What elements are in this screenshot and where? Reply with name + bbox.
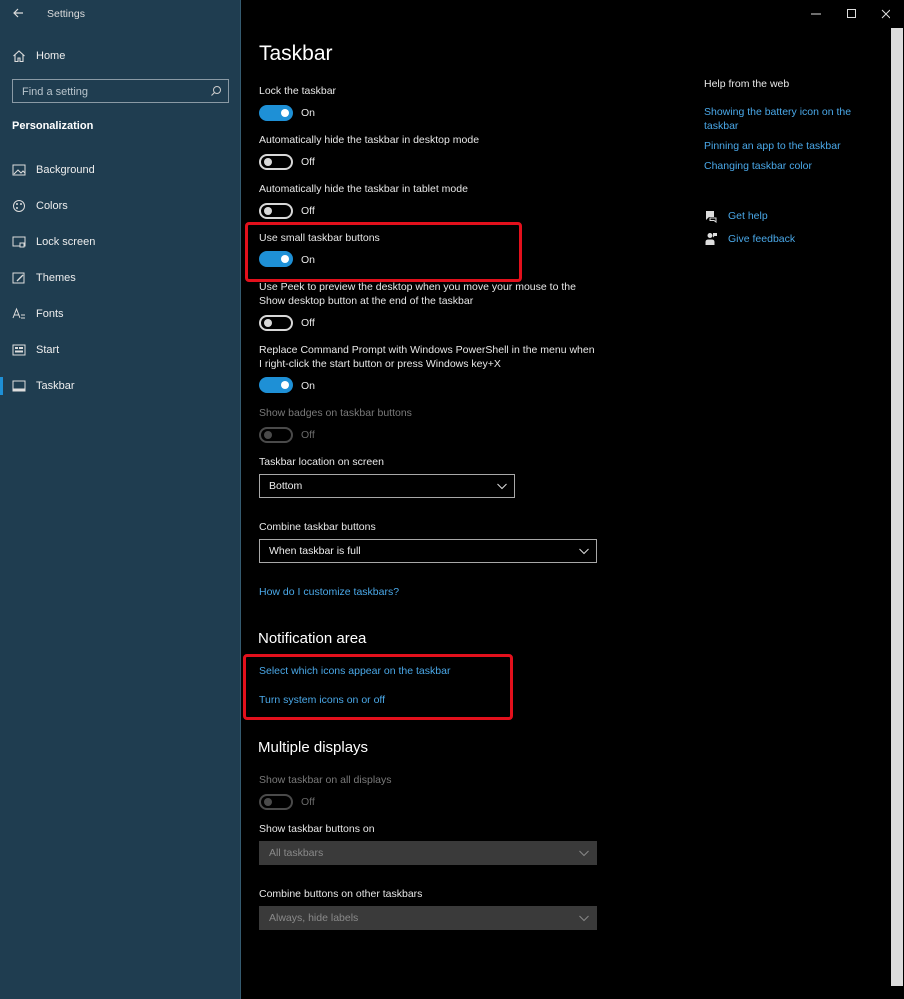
font-icon bbox=[12, 307, 25, 319]
picture-icon bbox=[12, 164, 26, 176]
sidebar-item-colors[interactable]: Colors bbox=[0, 188, 241, 224]
page-title: Taskbar bbox=[259, 42, 333, 65]
toggle-peek[interactable] bbox=[259, 315, 293, 331]
toggle-show-all-displays bbox=[259, 794, 293, 810]
combine-dropdown-value: When taskbar is full bbox=[269, 545, 361, 557]
sidebar-item-taskbar[interactable]: Taskbar bbox=[0, 368, 241, 404]
combine-label: Combine taskbar buttons bbox=[259, 521, 376, 533]
sidebar-item-background[interactable]: Background bbox=[0, 152, 241, 188]
toggle-state-label: On bbox=[301, 107, 316, 119]
settings-window: Settings Home Personalization Background bbox=[0, 0, 904, 999]
sidebar-item-label: Lock screen bbox=[36, 236, 96, 248]
sidebar-item-lock-screen[interactable]: Lock screen bbox=[0, 224, 241, 260]
multiple-displays-heading: Multiple displays bbox=[258, 739, 369, 756]
location-dropdown-value: Bottom bbox=[269, 480, 303, 492]
sidebar: Settings Home Personalization Background bbox=[0, 0, 241, 999]
notification-area-heading: Notification area bbox=[258, 630, 367, 647]
app-title: Settings bbox=[47, 8, 85, 20]
setting-label-autohide-tablet: Automatically hide the taskbar in tablet… bbox=[259, 183, 468, 195]
customize-taskbars-link[interactable]: How do I customize taskbars? bbox=[259, 586, 399, 598]
help-link-pinning[interactable]: Pinning an app to the taskbar bbox=[704, 139, 874, 153]
search-icon bbox=[211, 86, 221, 96]
taskbar-icon bbox=[12, 380, 26, 392]
sidebar-home-label: Home bbox=[36, 50, 66, 62]
maximize-icon bbox=[847, 9, 856, 18]
combine-dropdown[interactable]: When taskbar is full bbox=[259, 539, 597, 563]
combine-other-dropdown-value: Always, hide labels bbox=[269, 912, 359, 924]
show-all-displays-label: Show taskbar on all displays bbox=[259, 774, 392, 786]
chevron-down-icon bbox=[579, 850, 589, 857]
sidebar-item-label: Start bbox=[36, 344, 60, 356]
minimize-icon bbox=[811, 13, 821, 15]
help-title: Help from the web bbox=[704, 78, 790, 90]
section-title: Personalization bbox=[12, 120, 94, 132]
setting-label-peek: Use Peek to preview the desktop when you… bbox=[259, 281, 576, 307]
maximize-button[interactable] bbox=[834, 0, 870, 28]
sidebar-item-label: Taskbar bbox=[36, 380, 75, 392]
minimize-button[interactable] bbox=[798, 0, 834, 28]
sidebar-item-label: Background bbox=[36, 164, 95, 176]
help-link-battery[interactable]: Showing the battery icon on the taskbar bbox=[704, 105, 874, 133]
buttons-on-dropdown: All taskbars bbox=[259, 841, 597, 865]
chat-help-icon bbox=[706, 211, 717, 223]
sidebar-nav: Background Colors Lock screen Themes Fon… bbox=[0, 152, 241, 404]
toggle-state-label: On bbox=[301, 380, 316, 392]
sidebar-item-fonts[interactable]: Fonts bbox=[0, 296, 241, 332]
home-icon bbox=[13, 50, 25, 63]
toggle-badges bbox=[259, 427, 293, 443]
setting-label-badges: Show badges on taskbar buttons bbox=[259, 407, 412, 419]
sidebar-home[interactable]: Home bbox=[12, 48, 65, 64]
start-icon bbox=[12, 344, 26, 356]
combine-other-label: Combine buttons on other taskbars bbox=[259, 888, 423, 900]
toggle-state-label: Off bbox=[301, 205, 315, 217]
combine-other-dropdown: Always, hide labels bbox=[259, 906, 597, 930]
highlight-box-small-buttons bbox=[245, 222, 522, 282]
help-link-color[interactable]: Changing taskbar color bbox=[704, 159, 874, 173]
palette-icon bbox=[13, 200, 25, 212]
get-help-label: Get help bbox=[728, 210, 768, 222]
toggle-state-label: Off bbox=[301, 429, 315, 441]
lock-screen-icon bbox=[12, 236, 26, 248]
toggle-state-label: Off bbox=[301, 317, 315, 329]
buttons-on-dropdown-value: All taskbars bbox=[269, 847, 324, 859]
toggle-state-label: Off bbox=[301, 796, 315, 808]
toggle-lock-taskbar[interactable] bbox=[259, 105, 293, 121]
chevron-down-icon bbox=[579, 915, 589, 922]
sidebar-item-start[interactable]: Start bbox=[0, 332, 241, 368]
toggle-autohide-desktop[interactable] bbox=[259, 154, 293, 170]
back-button[interactable] bbox=[8, 4, 32, 22]
search-input[interactable] bbox=[13, 80, 209, 104]
setting-label-autohide-desktop: Automatically hide the taskbar in deskto… bbox=[259, 134, 480, 146]
toggle-powershell[interactable] bbox=[259, 377, 293, 393]
back-arrow-icon bbox=[13, 8, 23, 18]
sidebar-item-label: Themes bbox=[36, 272, 76, 284]
setting-label-lock-taskbar: Lock the taskbar bbox=[259, 85, 337, 97]
brush-icon bbox=[12, 272, 25, 284]
chevron-down-icon bbox=[579, 548, 589, 555]
sidebar-item-label: Colors bbox=[36, 200, 68, 212]
location-dropdown[interactable]: Bottom bbox=[259, 474, 515, 498]
give-feedback-label: Give feedback bbox=[728, 233, 796, 245]
sidebar-item-themes[interactable]: Themes bbox=[0, 260, 241, 296]
buttons-on-label: Show taskbar buttons on bbox=[259, 823, 375, 835]
scrollbar-thumb[interactable] bbox=[891, 28, 903, 986]
give-feedback-link[interactable]: Give feedback bbox=[704, 231, 795, 247]
sidebar-item-label: Fonts bbox=[36, 308, 64, 320]
scrollbar[interactable] bbox=[890, 0, 904, 999]
setting-label-powershell: Replace Command Prompt with Windows Powe… bbox=[259, 344, 595, 370]
toggle-state-label: Off bbox=[301, 156, 315, 168]
main-content: Taskbar Lock the taskbar On Automaticall… bbox=[242, 0, 904, 999]
toggle-autohide-tablet[interactable] bbox=[259, 203, 293, 219]
chevron-down-icon bbox=[497, 483, 507, 490]
search-box[interactable] bbox=[12, 79, 229, 104]
highlight-box-notification bbox=[243, 654, 513, 720]
feedback-icon bbox=[705, 233, 717, 245]
location-label: Taskbar location on screen bbox=[259, 456, 384, 468]
get-help-link[interactable]: Get help bbox=[704, 208, 768, 224]
